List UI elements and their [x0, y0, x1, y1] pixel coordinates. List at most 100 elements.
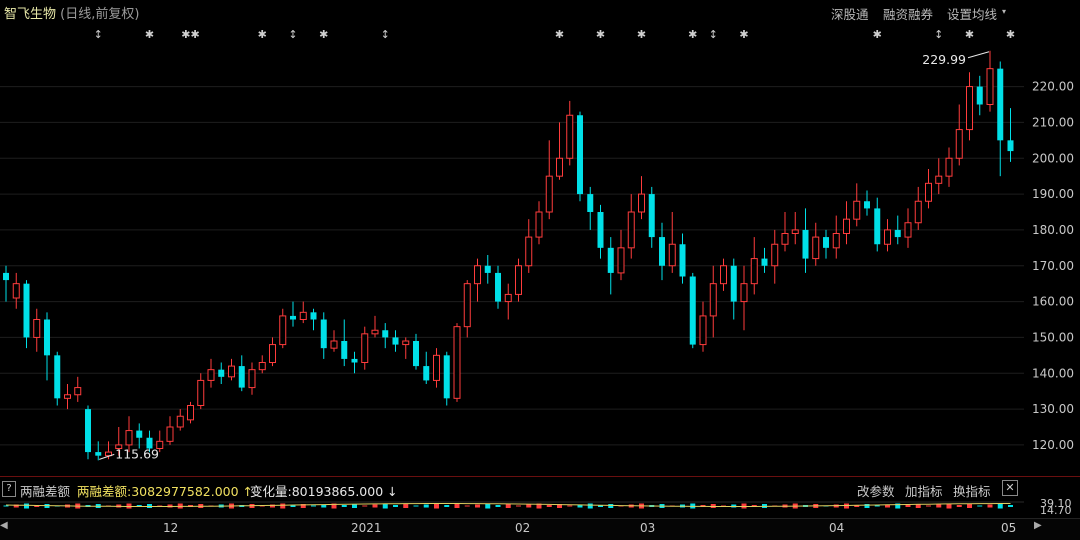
- indicator-bar: [546, 505, 552, 507]
- y-tick-label: 130.00: [1032, 402, 1074, 416]
- stock-name: 智飞生物: [4, 7, 57, 22]
- indicator-bar: [567, 505, 573, 507]
- margin-trading-link[interactable]: 融资融券: [883, 4, 933, 23]
- y-tick-label: 150.00: [1032, 330, 1074, 344]
- indicator-bar: [956, 505, 962, 507]
- candle-body: [864, 201, 870, 209]
- indicator-bar: [608, 504, 614, 508]
- event-marker-icon[interactable]: ✱: [145, 28, 154, 41]
- candle-body: [823, 237, 829, 248]
- candle-body: [495, 272, 501, 302]
- ma-settings-link[interactable]: 设置均线: [947, 4, 997, 23]
- event-marker-icon[interactable]: ✱: [873, 28, 882, 41]
- candle-body: [935, 175, 943, 184]
- candle-body: [443, 355, 450, 399]
- y-tick-label: 120.00: [1032, 438, 1074, 452]
- candle-body: [802, 229, 809, 259]
- candle-body: [986, 68, 994, 105]
- candle-body: [248, 369, 256, 389]
- candle-body: [884, 229, 891, 245]
- candle-body: [914, 200, 922, 224]
- candle-body: [136, 430, 143, 438]
- candle-body: [945, 157, 953, 177]
- candle-body: [484, 265, 491, 273]
- event-marker-icon[interactable]: ✱: [258, 28, 267, 41]
- candle-body: [402, 340, 410, 346]
- candle-body: [853, 200, 861, 220]
- sgt-link[interactable]: 深股通: [831, 4, 869, 23]
- candle-body: [330, 340, 338, 349]
- x-tick-label: 05: [1001, 521, 1017, 535]
- indicator-bar: [485, 503, 491, 509]
- indicator-bar: [454, 504, 460, 508]
- indicator-bar: [24, 503, 29, 509]
- indicator-bar: [997, 503, 1003, 509]
- candle-body: [320, 319, 327, 349]
- event-marker-icon[interactable]: ✱: [965, 28, 974, 41]
- candle-body: [761, 258, 768, 266]
- indicator-bar: [341, 505, 347, 507]
- candle-body: [607, 247, 614, 273]
- indicator-bar: [464, 505, 470, 507]
- candle-body: [515, 265, 522, 295]
- event-marker-icon[interactable]: ✱: [688, 28, 697, 41]
- candle-body: [750, 258, 758, 285]
- event-marker-icon[interactable]: ✱✱: [181, 28, 199, 41]
- candle-body: [668, 243, 676, 267]
- scroll-right-icon[interactable]: ▶: [1034, 520, 1042, 531]
- x-tick-label: 02: [515, 521, 531, 535]
- candle-body: [556, 157, 563, 177]
- candle-body: [832, 233, 840, 249]
- candle-body: [587, 194, 594, 212]
- event-marker-icon[interactable]: ✱: [1006, 28, 1015, 41]
- event-marker-icon[interactable]: ✱: [637, 28, 646, 41]
- indicator-name[interactable]: 两融差额: [20, 481, 70, 500]
- candle-body: [577, 115, 583, 195]
- event-marker-icon[interactable]: ↕: [381, 28, 390, 41]
- indicator-bar: [587, 503, 593, 509]
- indicator-bar: [280, 503, 286, 509]
- chart-mode: (日线,前复权): [60, 7, 140, 22]
- page-title: 智飞生物 (日线,前复权): [4, 3, 139, 22]
- candle-body: [299, 311, 307, 321]
- candle-body: [843, 218, 850, 235]
- event-marker-icon[interactable]: ↕: [709, 28, 718, 41]
- event-marker-icon[interactable]: ✱: [596, 28, 605, 41]
- scroll-left-icon[interactable]: ◀: [0, 520, 8, 531]
- event-marker-icon[interactable]: ↕: [94, 28, 103, 41]
- candle-body: [453, 326, 461, 399]
- y-tick-label: 180.00: [1032, 223, 1074, 237]
- y-tick-label: 210.00: [1032, 115, 1074, 129]
- help-icon[interactable]: ?: [2, 481, 16, 497]
- candle-body: [689, 276, 696, 345]
- event-marker-icon[interactable]: ✱: [739, 28, 748, 41]
- indicator-bar: [495, 505, 501, 507]
- candle-body: [413, 341, 419, 367]
- candle-body: [228, 365, 235, 378]
- x-tick-label: 2021: [351, 521, 382, 535]
- candle-body: [638, 193, 645, 213]
- event-marker-icon[interactable]: ✱: [555, 28, 564, 41]
- add-indicator-button[interactable]: 加指标: [905, 481, 943, 500]
- edit-params-button[interactable]: 改参数: [857, 481, 895, 500]
- candle-body: [85, 409, 91, 453]
- candle-body: [33, 319, 41, 338]
- candle-body: [659, 237, 665, 266]
- chevron-down-icon[interactable]: ▾: [1002, 7, 1006, 16]
- event-marker-icon[interactable]: ✱: [319, 28, 328, 41]
- candle-body: [423, 366, 430, 381]
- event-marker-icon[interactable]: ↕: [934, 28, 943, 41]
- candlestick-chart[interactable]: 220.00 210.00 200.00 190.00 180.00 170.00 160.…: [0, 0, 1080, 539]
- candle-body: [709, 283, 717, 317]
- indicator-bar: [434, 503, 439, 509]
- switch-indicator-button[interactable]: 换指标: [953, 481, 991, 500]
- candle-body: [207, 369, 215, 381]
- indicator-bar: [423, 504, 429, 508]
- event-marker-icon[interactable]: ↕: [288, 28, 297, 41]
- close-icon[interactable]: ✕: [1002, 480, 1018, 496]
- indicator-bar: [987, 504, 993, 508]
- candle-body: [269, 344, 276, 364]
- candle-body: [1007, 140, 1014, 152]
- candle-body: [463, 283, 471, 328]
- high-price-label: 229.99: [922, 52, 966, 67]
